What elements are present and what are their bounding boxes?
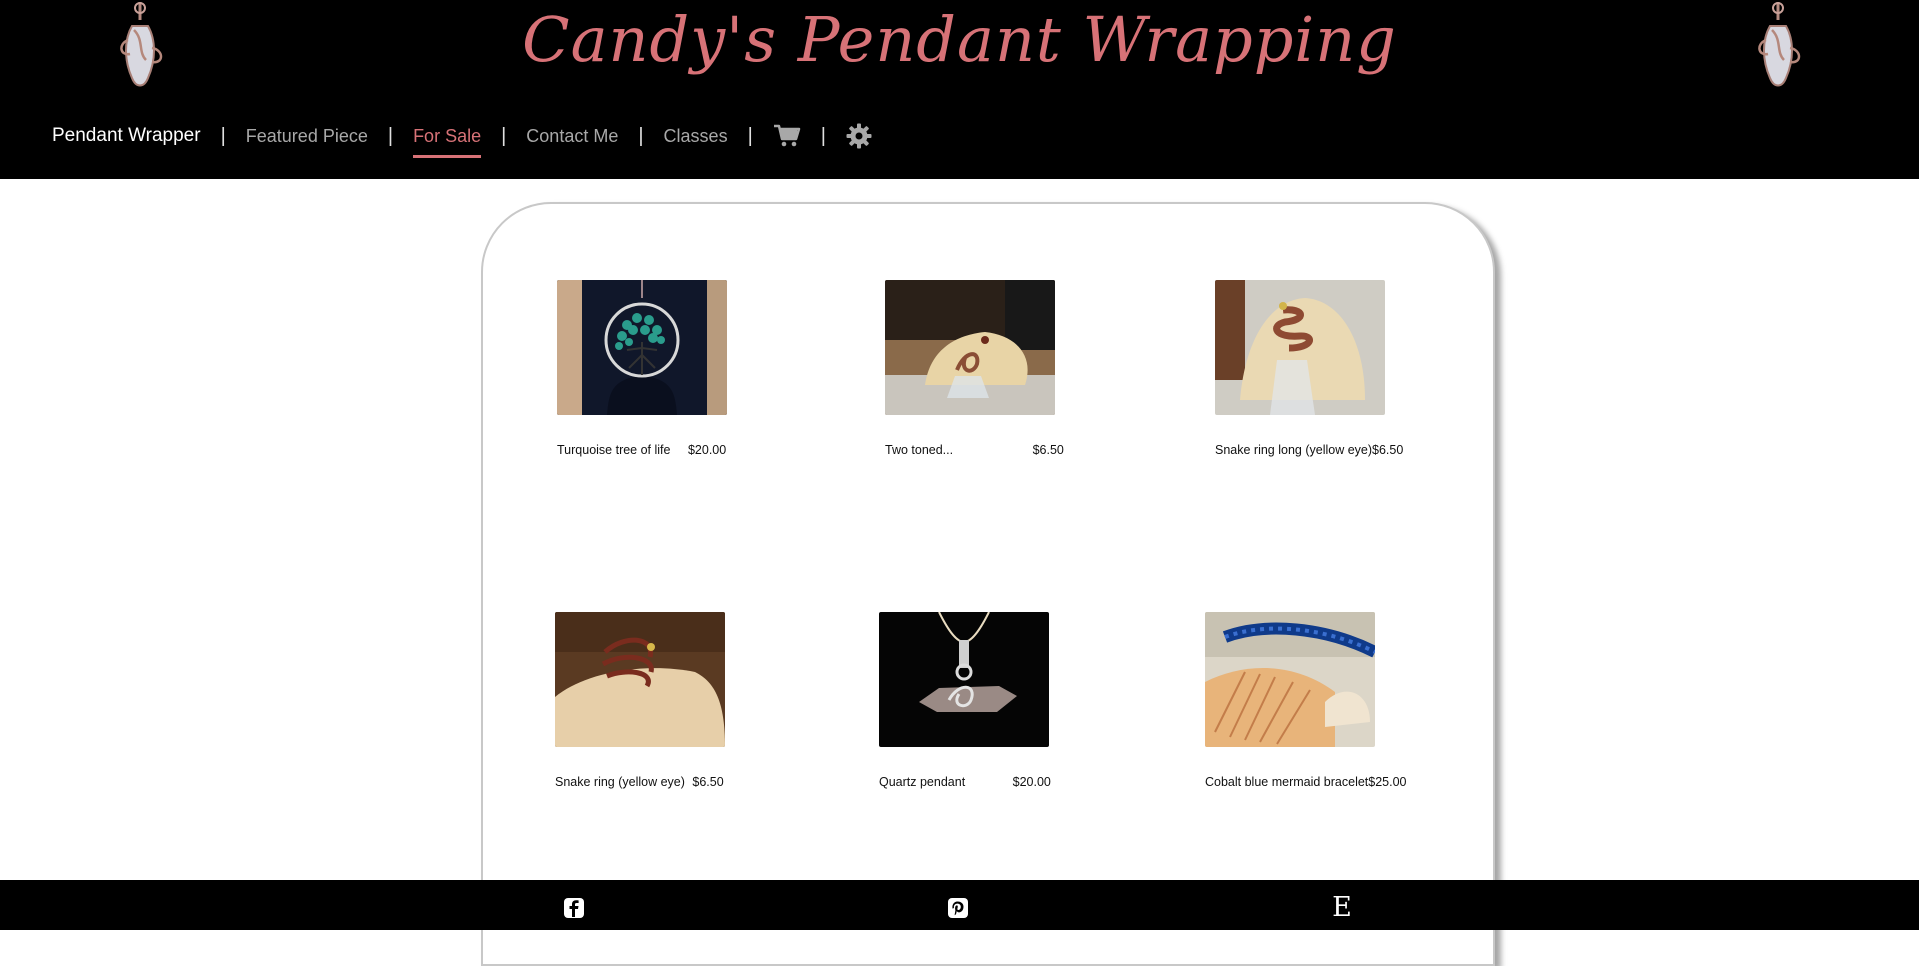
product-item[interactable]: Snake ring long (yellow eye)$6.50 xyxy=(1215,280,1455,457)
product-image[interactable] xyxy=(879,611,1049,747)
product-item[interactable]: Snake ring (yellow eye) $6.50 xyxy=(555,612,795,789)
product-caption: Quartz pendant $20.00 xyxy=(879,775,1119,789)
product-image[interactable] xyxy=(885,280,1055,415)
nav-separator: | xyxy=(747,124,753,147)
product-item[interactable]: Cobalt blue mermaid bracelet$25.00 xyxy=(1205,612,1445,789)
nav-for-sale[interactable]: For Sale xyxy=(413,120,482,158)
product-image[interactable] xyxy=(557,280,727,415)
product-item[interactable]: Quartz pendant $20.00 xyxy=(879,611,1119,789)
nav-separator: | xyxy=(220,124,226,147)
product-name: Two toned... xyxy=(885,443,954,457)
product-caption: Snake ring (yellow eye) $6.50 xyxy=(555,775,795,789)
products-card: Turquoise tree of life $20.00 Two toned.… xyxy=(481,202,1495,966)
site-header: Candy's Pendant Wrapping Pendant Wrapper… xyxy=(0,0,1919,179)
product-price: $6.50 xyxy=(1032,443,1064,457)
site-title: Candy's Pendant Wrapping xyxy=(522,3,1397,76)
nav-separator: | xyxy=(820,124,826,147)
nav-separator: | xyxy=(501,124,507,147)
etsy-icon[interactable]: E xyxy=(1330,894,1354,921)
product-name: Turquoise tree of life xyxy=(557,443,671,457)
nav-separator: | xyxy=(387,124,394,147)
product-price: $25.00 xyxy=(1368,775,1407,789)
nav-classes[interactable]: Classes xyxy=(664,120,728,153)
shopping-cart-icon[interactable] xyxy=(773,124,801,148)
product-name: Snake ring long (yellow eye) xyxy=(1215,443,1373,457)
nav-featured-piece[interactable]: Featured Piece xyxy=(246,120,368,153)
product-caption: Snake ring long (yellow eye)$6.50 xyxy=(1215,443,1455,457)
product-price: $20.00 xyxy=(1012,775,1051,789)
nav-separator: | xyxy=(638,124,644,147)
product-image[interactable] xyxy=(555,612,725,747)
product-name: Quartz pendant xyxy=(879,775,966,789)
product-name: Snake ring (yellow eye) xyxy=(555,775,685,789)
nav-brand-link[interactable]: Pendant Wrapper xyxy=(52,119,201,153)
main-nav: Pendant Wrapper | Featured Piece | For S… xyxy=(52,118,872,158)
product-price: $20.00 xyxy=(687,443,727,457)
site-footer: E xyxy=(0,880,1919,930)
product-item[interactable]: Turquoise tree of life $20.00 xyxy=(557,280,797,457)
product-image[interactable] xyxy=(1215,280,1385,415)
product-caption: Two toned... $6.50 xyxy=(885,443,1125,457)
gear-icon[interactable] xyxy=(846,123,872,149)
product-image[interactable] xyxy=(1205,612,1378,747)
product-caption: Turquoise tree of life $20.00 xyxy=(557,443,797,457)
product-price: $6.50 xyxy=(692,775,724,789)
facebook-icon[interactable] xyxy=(562,896,586,920)
product-caption: Cobalt blue mermaid bracelet$25.00 xyxy=(1205,775,1445,789)
nav-contact-me[interactable]: Contact Me xyxy=(526,120,618,153)
product-price: $6.50 xyxy=(1372,443,1404,457)
product-item[interactable]: Two toned... $6.50 xyxy=(885,280,1125,457)
pinterest-icon[interactable] xyxy=(946,896,970,920)
product-name: Cobalt blue mermaid bracelet xyxy=(1205,775,1369,789)
